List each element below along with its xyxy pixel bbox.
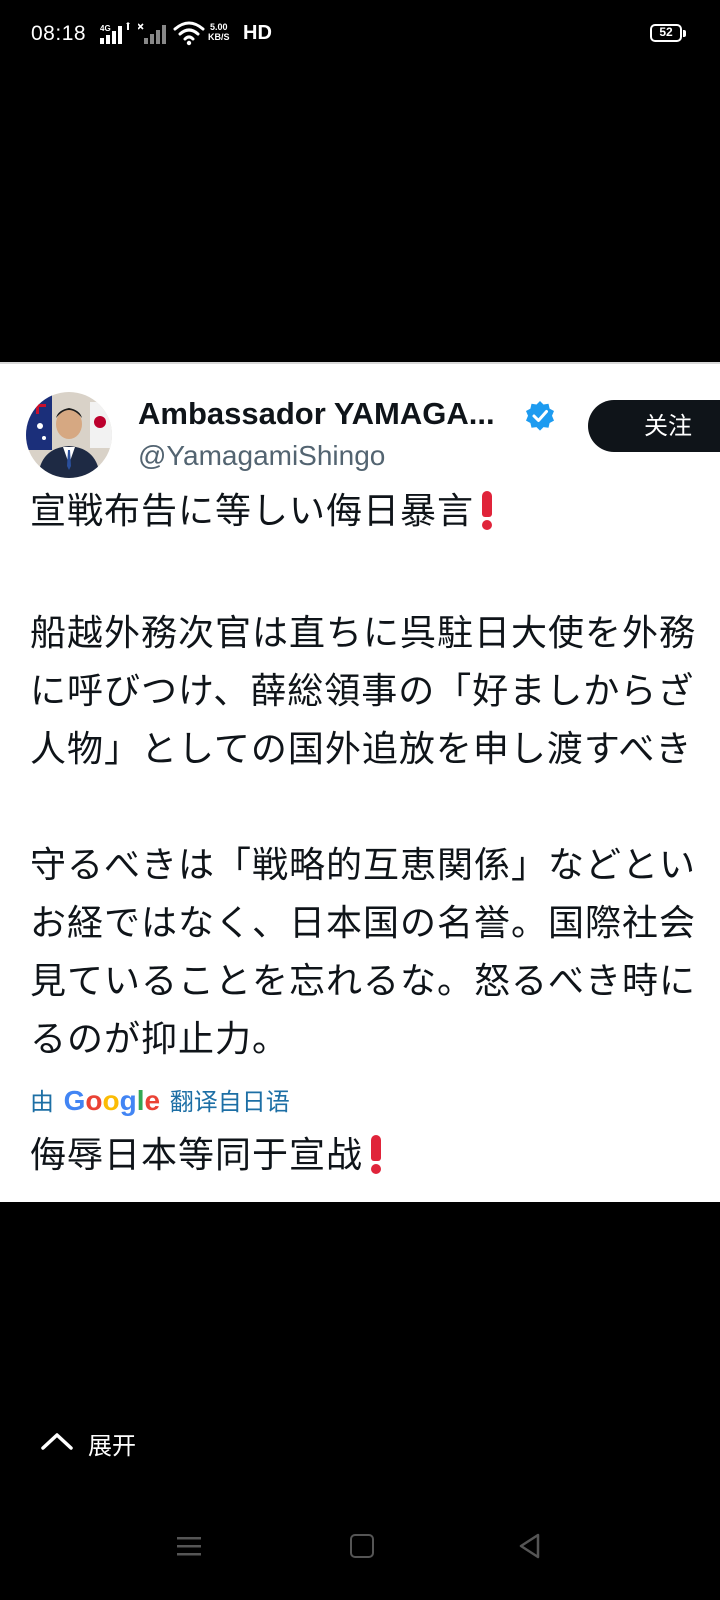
recent-apps-icon[interactable] (175, 1534, 203, 1558)
back-icon[interactable] (516, 1532, 544, 1560)
tweet-line: に呼びつけ、薛総領事の「好ましからざ (30, 671, 695, 712)
avatar-image (26, 392, 112, 478)
home-icon[interactable] (350, 1534, 374, 1558)
translated-text: 侮辱日本等同于宣战 (30, 1132, 383, 1180)
tweet-line: 人物」としての国外追放を申し渡すべき (30, 729, 693, 770)
cellular-signal-icon: 4G (100, 22, 130, 44)
battery-icon: 52 (650, 24, 686, 44)
tweet-line: 見ていることを忘れるな。怒るべき時に (30, 961, 697, 1002)
screen: 08:18 4G 5.00 KB/S HD 52 Ambassador YAMA… (0, 0, 720, 1600)
display-name[interactable]: Ambassador YAMAGA... (138, 396, 495, 432)
secondary-signal-icon (138, 23, 166, 44)
tweet-line: るのが抑止力。 (30, 1019, 290, 1060)
avatar[interactable] (26, 392, 112, 478)
tweet-card[interactable]: Ambassador YAMAGA... @YamagamiShingo 关注 … (0, 362, 720, 1202)
network-type-label: 4G (100, 24, 111, 33)
follow-button[interactable]: 关注 (588, 400, 720, 452)
status-bar: 08:18 4G 5.00 KB/S HD 52 (0, 0, 720, 72)
exclamation-icon (369, 1133, 383, 1174)
translated-from-label: 翻译自日语 (169, 1088, 290, 1116)
status-time: 08:18 (31, 22, 87, 45)
expand-label: 展开 (88, 1432, 136, 1460)
wifi-icon (173, 21, 205, 46)
tweet-line: 守るべきは「戦略的互恵関係」などとい (30, 845, 697, 886)
tweet-line: 宣戦布告に等しい侮日暴言 (30, 488, 494, 536)
navigation-bar (0, 1500, 720, 1600)
google-logo: Google (63, 1085, 161, 1116)
network-speed: 5.00 KB/S (208, 22, 230, 42)
tweet-line: 船越外務次官は直ちに呉駐日大使を外務 (30, 613, 697, 654)
card-divider (0, 362, 720, 364)
translation-attribution[interactable]: 由 Google 翻译自日语 (30, 1082, 290, 1117)
hd-indicator: HD (243, 22, 272, 44)
tweet-line: お経ではなく、日本国の名誉。国際社会 (30, 903, 697, 944)
translation-by-label: 由 (30, 1088, 54, 1116)
verified-badge-icon (526, 401, 554, 431)
chevron-up-icon (41, 1433, 73, 1450)
battery-level: 52 (659, 25, 673, 39)
exclamation-icon (480, 489, 494, 530)
user-handle[interactable]: @YamagamiShingo (138, 440, 385, 472)
